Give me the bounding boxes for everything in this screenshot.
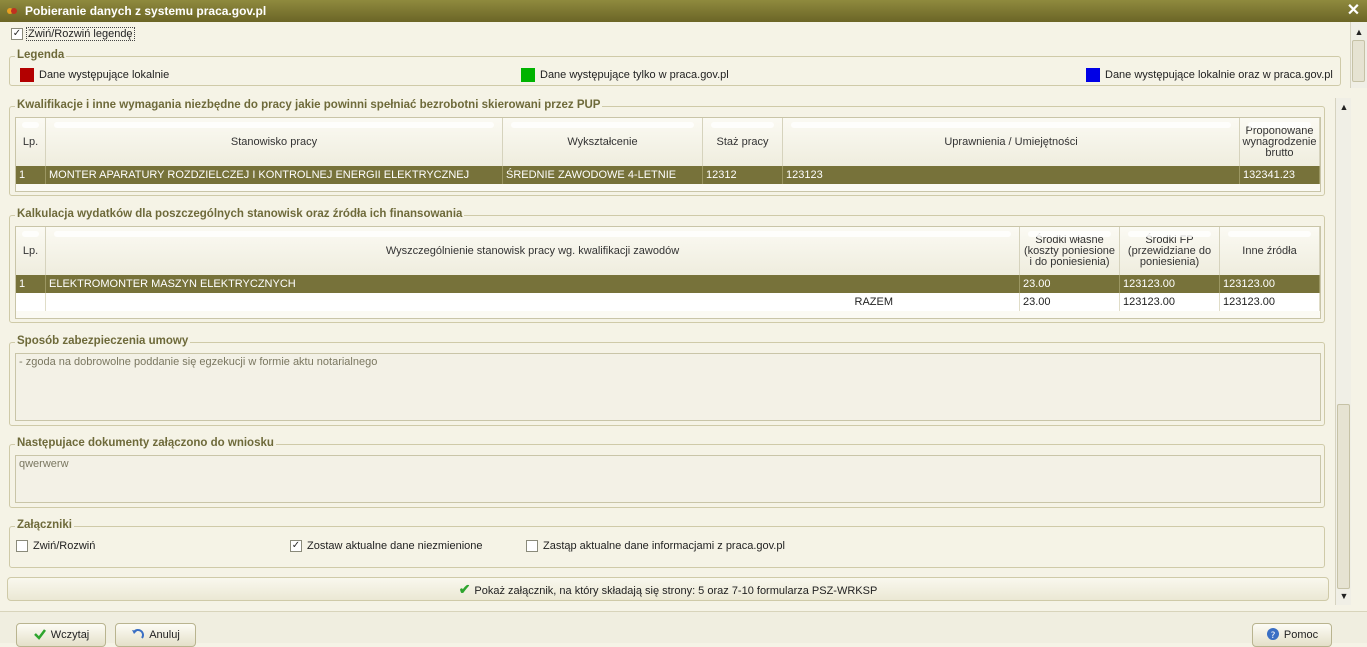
column-header[interactable]: Środki własne (koszty poniesione i do po…	[1020, 227, 1120, 275]
column-header[interactable]: Lp.	[16, 118, 46, 166]
checkbox[interactable]: ✓	[290, 540, 302, 552]
legend-toggle-label[interactable]: Zwiń/Rozwiń legendę	[26, 27, 135, 41]
calculation-group: Kalkulacja wydatków dla poszczególnych s…	[9, 208, 1325, 323]
undo-icon	[132, 629, 145, 639]
attachments-group: Załączniki Zwiń/Rozwiń ✓ Zostaw aktualne…	[9, 519, 1325, 568]
column-header[interactable]: Staż pracy	[703, 118, 783, 166]
qualifications-table: Lp. Stanowisko pracy Wykształcenie Staż …	[15, 117, 1321, 192]
load-button[interactable]: Wczytaj	[16, 623, 106, 647]
table-cell[interactable]: ŚREDNIE ZAWODOWE 4-LETNIE	[503, 166, 703, 184]
table-cell[interactable]: 123123.00	[1220, 275, 1320, 293]
documents-group: Następujace dokumenty załączono do wnios…	[9, 437, 1325, 508]
table-cell[interactable]: 1	[16, 275, 46, 293]
total-row: RAZEM 23.00 123123.00 123123.00	[16, 293, 1320, 311]
window-titlebar: Pobieranie danych z systemu praca.gov.pl…	[0, 0, 1367, 22]
scroll-up-icon[interactable]: ▲	[1353, 26, 1365, 38]
table-cell[interactable]: MONTER APARATURY ROZDZIELCZEJ I KONTROLN…	[46, 166, 503, 184]
cancel-button[interactable]: Anuluj	[115, 623, 196, 647]
security-textarea[interactable]: - zgoda na dobrowolne poddanie się egzek…	[15, 353, 1321, 421]
table-cell[interactable]: 123123.00	[1120, 275, 1220, 293]
column-header[interactable]: Inne źródła	[1220, 227, 1320, 275]
red-swatch-icon	[20, 68, 34, 82]
svg-text:?: ?	[1270, 631, 1275, 641]
checkmark-icon	[33, 629, 46, 640]
blue-swatch-icon	[1086, 68, 1100, 82]
table-cell[interactable]: 12312	[703, 166, 783, 184]
calculation-table: Lp. Wyszczególnienie stanowisk pracy wg.…	[15, 226, 1321, 319]
legend-group: Legenda Dane występujące lokalnie Dane w…	[9, 49, 1341, 86]
column-header[interactable]: Stanowisko pracy	[46, 118, 503, 166]
main-scrollbar[interactable]: ▲ ▼	[1335, 98, 1351, 605]
column-header[interactable]: Uprawnienia / Umiejętności	[783, 118, 1240, 166]
green-swatch-icon	[521, 68, 535, 82]
column-header[interactable]: Lp.	[16, 227, 46, 275]
app-icon	[7, 8, 17, 14]
checkbox[interactable]	[526, 540, 538, 552]
legend-toggle-checkbox[interactable]: ✓	[11, 28, 23, 40]
help-icon: ?	[1266, 628, 1279, 641]
column-header[interactable]: Wykształcenie	[503, 118, 703, 166]
scroll-up-icon[interactable]: ▲	[1338, 101, 1350, 113]
checkmark-icon: ✔	[458, 581, 471, 597]
legend-scrollbar[interactable]: ▲	[1350, 22, 1367, 88]
documents-textarea[interactable]: qwerwerw	[15, 455, 1321, 503]
qualifications-group: Kwalifikacje i inne wymagania niezbędne …	[9, 99, 1325, 196]
column-header[interactable]: Środki FP (przewidziane do poniesienia)	[1120, 227, 1220, 275]
table-row[interactable]: 1 ELEKTROMONTER MASZYN ELEKTRYCZNYCH 23.…	[16, 275, 1320, 293]
total-other: 123123.00	[1220, 293, 1320, 311]
security-group: Sposób zabezpieczenia umowy - zgoda na d…	[9, 335, 1325, 426]
table-cell[interactable]: 123123	[783, 166, 1240, 184]
total-label: RAZEM	[46, 293, 1020, 311]
scroll-down-icon[interactable]: ▼	[1338, 590, 1350, 602]
scroll-thumb[interactable]	[1337, 404, 1350, 589]
scroll-thumb[interactable]	[1352, 40, 1365, 82]
table-row[interactable]: 1 MONTER APARATURY ROZDZIELCZEJ I KONTRO…	[16, 166, 1320, 184]
table-cell[interactable]: 23.00	[1020, 275, 1120, 293]
table-cell[interactable]: 1	[16, 166, 46, 184]
qualifications-title: Kwalifikacje i inne wymagania niezbędne …	[15, 99, 603, 111]
window-title: Pobieranie danych z systemu praca.gov.pl	[25, 4, 267, 18]
security-title: Sposób zabezpieczenia umowy	[15, 335, 191, 347]
column-header[interactable]: Wyszczególnienie stanowisk pracy wg. kwa…	[46, 227, 1020, 275]
calculation-title: Kalkulacja wydatków dla poszczególnych s…	[15, 208, 465, 220]
checkbox[interactable]	[16, 540, 28, 552]
total-own: 23.00	[1020, 293, 1120, 311]
table-cell[interactable]: ELEKTROMONTER MASZYN ELEKTRYCZNYCH	[46, 275, 1020, 293]
column-header[interactable]: Proponowane wynagrodzenie brutto	[1240, 118, 1320, 166]
documents-title: Następujace dokumenty załączono do wnios…	[15, 437, 276, 449]
legend-title: Legenda	[15, 49, 67, 61]
total-fp: 123123.00	[1120, 293, 1220, 311]
help-button[interactable]: ? Pomoc	[1252, 623, 1332, 647]
bottom-bar: Wczytaj Anuluj ? Pomoc	[0, 611, 1367, 647]
show-attachment-button[interactable]: ✔ Pokaż załącznik, na który składają się …	[7, 577, 1329, 601]
table-cell[interactable]: 132341.23	[1240, 166, 1320, 184]
attachments-title: Załączniki	[15, 519, 74, 531]
close-icon[interactable]: ✕	[1345, 2, 1362, 19]
